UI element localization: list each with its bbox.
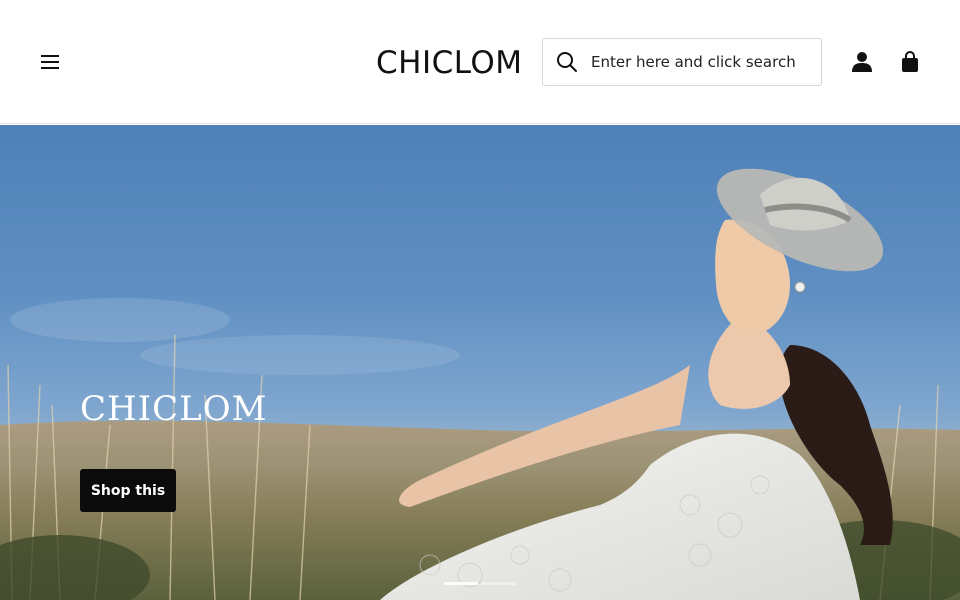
user-icon[interactable] [850,50,874,74]
hero-banner[interactable]: CHICLOM Shop this [0,125,960,600]
site-logo[interactable]: CHICLOM [376,42,536,84]
search-bar [542,38,822,86]
hero-image [0,168,960,600]
shop-this-button[interactable]: Shop this [80,469,176,512]
slide-indicator-2[interactable] [482,582,516,585]
site-header: CHICLOM [0,0,960,124]
slide-indicator-1[interactable] [444,582,478,585]
search-input[interactable] [591,42,817,82]
hamburger-menu-icon[interactable] [38,50,62,74]
slider-pagination [444,582,520,586]
shopping-bag-icon[interactable] [898,50,922,74]
search-icon[interactable] [543,39,591,85]
hero-title: CHICLOM [80,389,268,429]
